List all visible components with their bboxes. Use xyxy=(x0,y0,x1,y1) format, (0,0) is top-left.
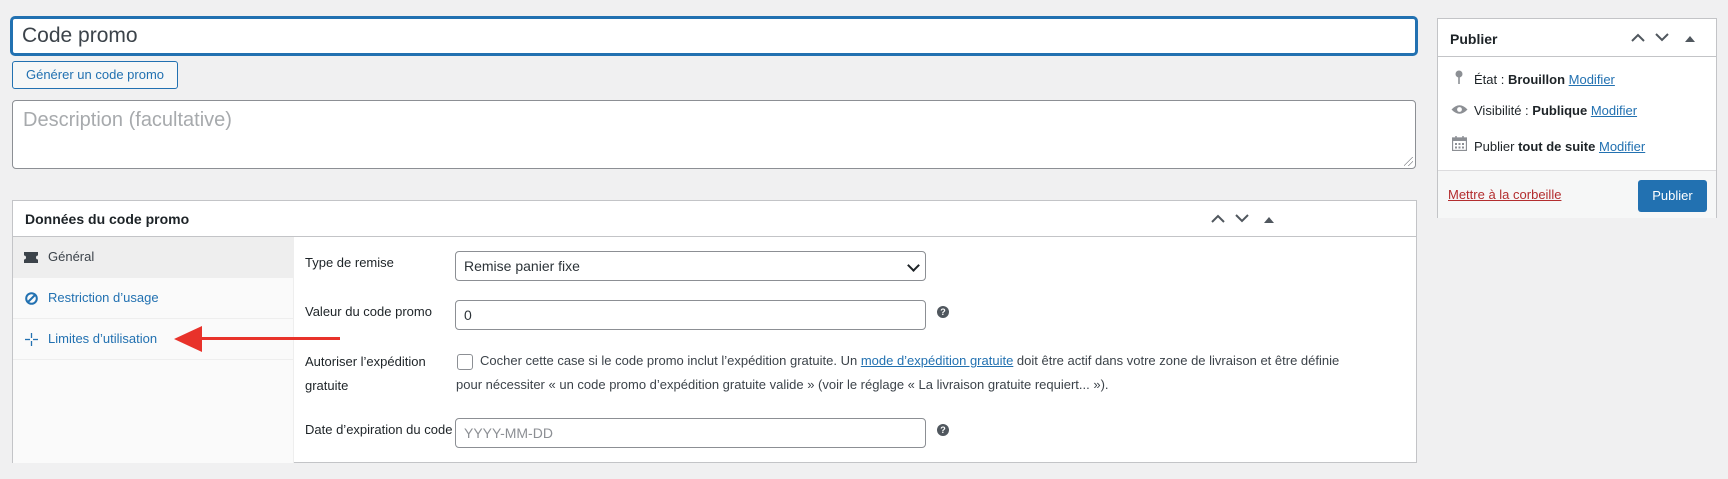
description-textarea[interactable]: Description (facultative) xyxy=(12,100,1416,169)
free-shipping-label-line1: Autoriser l’expédition xyxy=(305,354,426,369)
tab-general-label: Général xyxy=(48,249,95,264)
collapse-toggle-icon[interactable] xyxy=(1679,28,1701,48)
expiry-date-label: Date d’expiration du code xyxy=(305,422,453,437)
no-entry-icon xyxy=(23,278,39,318)
resize-grip-icon[interactable] xyxy=(1404,157,1413,166)
free-shipping-description: Cocher cette case si le code promo inclu… xyxy=(456,349,1396,397)
move-down-icon[interactable] xyxy=(1231,209,1253,229)
discount-type-label: Type de remise xyxy=(305,255,394,270)
visibility-row: Visibilité : Publique Modifier xyxy=(1450,103,1637,118)
expiry-date-input[interactable]: YYYY-MM-DD xyxy=(455,418,926,448)
discount-type-value: Remise panier fixe xyxy=(464,258,580,274)
move-down-icon[interactable] xyxy=(1651,28,1673,48)
pin-icon xyxy=(1450,70,1468,87)
crosshair-icon xyxy=(23,319,39,359)
ticket-icon xyxy=(23,237,39,277)
visibility-label: Visibilité : xyxy=(1474,103,1533,118)
publish-title: Publier xyxy=(1450,31,1498,47)
status-value: Brouillon xyxy=(1507,72,1566,87)
free-shipping-text-start: Cocher cette case si le code promo inclu… xyxy=(480,353,861,368)
chevron-down-icon xyxy=(907,259,920,272)
coupon-amount-input[interactable]: 0 xyxy=(455,300,926,330)
free-shipping-text-line2: pour nécessiter « un code promo d’expédi… xyxy=(456,377,1109,392)
tab-usage-restriction-label: Restriction d’usage xyxy=(48,290,159,305)
calendar-icon xyxy=(1450,136,1468,154)
collapse-toggle-icon[interactable] xyxy=(1258,209,1280,229)
annotation-arrow-line xyxy=(200,337,340,340)
publish-button[interactable]: Publier xyxy=(1638,180,1707,212)
tab-general[interactable]: Général xyxy=(13,237,294,278)
free-shipping-text-end: doit être actif dans votre zone de livra… xyxy=(1013,353,1340,368)
edit-schedule-link[interactable]: Modifier xyxy=(1599,139,1645,154)
edit-status-link[interactable]: Modifier xyxy=(1569,72,1615,87)
visibility-value: Publique xyxy=(1532,103,1588,118)
eye-icon xyxy=(1450,103,1468,118)
status-label: État : xyxy=(1474,72,1508,87)
help-icon[interactable]: ? xyxy=(937,306,949,318)
description-placeholder: Description (facultative) xyxy=(23,109,232,131)
free-shipping-method-link[interactable]: mode d’expédition gratuite xyxy=(861,353,1014,368)
panel-header: Données du code promo xyxy=(13,201,1416,237)
coupon-title-input[interactable]: Code promo xyxy=(11,17,1417,55)
coupon-tabs: Général Restriction d’usage Limites d’ut… xyxy=(13,237,294,463)
annotation-arrow-head xyxy=(174,326,202,352)
generate-coupon-button[interactable]: Générer un code promo xyxy=(12,61,178,89)
post-status-row: État : Brouillon Modifier xyxy=(1450,70,1615,87)
edit-visibility-link[interactable]: Modifier xyxy=(1591,103,1637,118)
publish-panel: Publier État : Brouillon Modifier Visibi… xyxy=(1437,18,1717,218)
coupon-amount-label: Valeur du code promo xyxy=(305,304,432,319)
move-to-trash-link[interactable]: Mettre à la corbeille xyxy=(1448,187,1561,202)
schedule-value: tout de suite xyxy=(1518,139,1596,154)
discount-type-select[interactable]: Remise panier fixe xyxy=(455,251,926,281)
publish-header: Publier xyxy=(1438,19,1716,57)
move-up-icon[interactable] xyxy=(1207,209,1229,229)
free-shipping-label-line2: gratuite xyxy=(305,378,349,393)
schedule-label: Publier xyxy=(1474,139,1519,154)
move-up-icon[interactable] xyxy=(1627,28,1649,48)
panel-title: Données du code promo xyxy=(25,211,190,227)
tab-usage-restriction[interactable]: Restriction d’usage xyxy=(13,278,294,319)
free-shipping-label: Autoriser l’expédition gratuite xyxy=(305,350,426,398)
help-icon[interactable]: ? xyxy=(937,424,949,436)
publish-actions: Mettre à la corbeille Publier xyxy=(1438,170,1716,218)
schedule-row: Publier tout de suite Modifier xyxy=(1450,136,1645,154)
tab-usage-limits-label: Limites d’utilisation xyxy=(48,331,158,346)
